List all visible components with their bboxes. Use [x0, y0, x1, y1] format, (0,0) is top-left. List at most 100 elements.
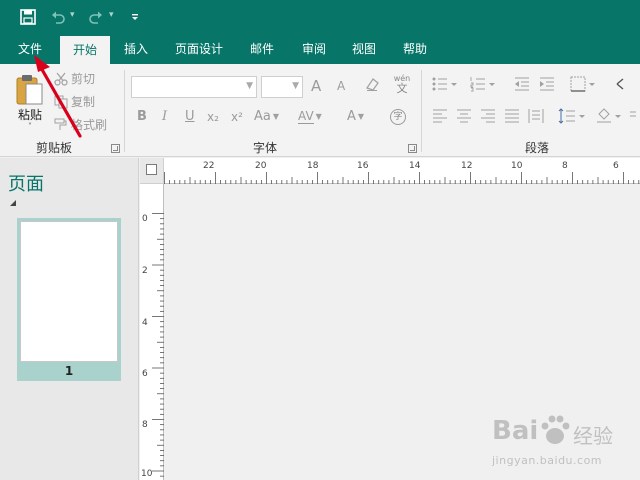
- borders-button[interactable]: [570, 76, 596, 96]
- font-launcher[interactable]: [408, 144, 417, 153]
- watermark-brand-cn: 经验: [573, 424, 613, 448]
- bold-button[interactable]: B: [137, 109, 147, 124]
- vertical-ruler[interactable]: 0 2 4 6 8 10: [140, 184, 164, 480]
- tab-file[interactable]: 文件: [8, 34, 52, 64]
- ribbon: 粘贴 ˅ 剪切 复制 格式刷 剪贴板 ▼ ▼ A A wén 文 B I U x…: [0, 64, 640, 157]
- ribbon-tabs: 文件 开始 插入 页面设计 邮件 审阅 视图 帮助: [0, 34, 640, 64]
- shading-button[interactable]: [596, 108, 622, 128]
- ruler-label: 8: [562, 161, 568, 171]
- more-paragraph-icon[interactable]: [628, 108, 638, 128]
- tab-page-design[interactable]: 页面设计: [166, 34, 232, 64]
- ltr-text-button[interactable]: [615, 76, 635, 96]
- ruler-label: 6: [142, 369, 148, 379]
- ruler-label: 14: [409, 161, 421, 171]
- font-group-label: 字体: [253, 141, 278, 155]
- align-center-button[interactable]: [456, 109, 472, 127]
- clear-format-icon[interactable]: [364, 76, 380, 96]
- shrink-font-icon[interactable]: A: [337, 79, 345, 93]
- superscript-button[interactable]: x²: [231, 110, 243, 124]
- increase-indent-button[interactable]: [539, 76, 555, 96]
- change-case-button[interactable]: Aa ▼: [254, 109, 279, 124]
- font-name-combo[interactable]: ▼: [131, 76, 257, 98]
- save-button[interactable]: [20, 7, 36, 27]
- enclose-character-button[interactable]: 字: [390, 109, 406, 125]
- ruler-label: 6: [613, 161, 619, 171]
- tab-review[interactable]: 审阅: [292, 34, 336, 64]
- undo-button[interactable]: [50, 7, 66, 27]
- customize-qat-button[interactable]: [130, 7, 140, 27]
- subscript-button[interactable]: x₂: [207, 110, 219, 124]
- undo-icon: [52, 11, 65, 24]
- font-size-combo[interactable]: ▼: [261, 76, 303, 98]
- text-direction-icon: [616, 78, 624, 90]
- horizontal-ruler[interactable]: 22 20 18 16 14 12 10 8 6: [164, 158, 640, 184]
- paste-dropdown-caret[interactable]: ˅: [28, 122, 32, 131]
- justify-icon: [505, 109, 519, 123]
- redo-icon: [89, 11, 102, 24]
- paragraph-group-label: 段落: [525, 141, 550, 155]
- format-painter-label: 格式刷: [71, 118, 108, 132]
- line-spacing-icon: [558, 108, 585, 124]
- tab-view[interactable]: 视图: [342, 34, 386, 64]
- group-divider: [421, 70, 422, 152]
- redo-dropdown-caret[interactable]: ▾: [109, 10, 114, 20]
- copy-label: 复制: [71, 95, 96, 109]
- page-number-label: 1: [64, 364, 74, 378]
- ruler-label: 2: [142, 266, 148, 276]
- align-left-icon: [433, 109, 447, 123]
- tab-home[interactable]: 开始: [60, 36, 110, 64]
- collapse-triangle-icon[interactable]: [10, 200, 16, 206]
- chevron-down-icon: ▼: [246, 81, 253, 91]
- paste-button[interactable]: [14, 72, 44, 106]
- format-painter-button[interactable]: 格式刷: [54, 116, 107, 133]
- ruler-label: 8: [142, 420, 148, 430]
- tab-mailings[interactable]: 邮件: [240, 34, 284, 64]
- phonetic-guide-button[interactable]: wén 文: [393, 74, 411, 95]
- ruler-label: 10: [511, 161, 523, 171]
- pages-pane-title: 页面: [8, 174, 44, 195]
- ruler-label: 12: [461, 161, 473, 171]
- borders-icon: [570, 76, 595, 92]
- distributed-button[interactable]: [528, 108, 544, 128]
- baidu-jingyan-watermark: Bai 经验 jingyan.baidu.com: [478, 408, 638, 474]
- font-color-icon: A: [347, 109, 356, 124]
- numbering-button[interactable]: [470, 76, 496, 96]
- chevron-down-icon: ▼: [315, 112, 322, 121]
- distributed-icon: [528, 109, 544, 123]
- bullets-button[interactable]: [432, 76, 458, 96]
- vertical-ruler-ticks: [152, 213, 164, 477]
- cut-button[interactable]: 剪切: [54, 70, 95, 87]
- format-painter-icon: [54, 118, 67, 130]
- italic-button[interactable]: I: [162, 109, 167, 124]
- decrease-indent-icon: [515, 77, 529, 91]
- tab-help[interactable]: 帮助: [393, 34, 437, 64]
- justify-button[interactable]: [504, 109, 520, 127]
- customize-qat-icon: [132, 14, 138, 20]
- scissors-icon: [54, 72, 68, 86]
- character-spacing-button[interactable]: AV ▼: [298, 109, 322, 124]
- page-thumbnail[interactable]: 1: [17, 218, 121, 381]
- decrease-indent-button[interactable]: [514, 76, 530, 96]
- align-right-button[interactable]: [480, 109, 496, 127]
- redo-button[interactable]: [88, 7, 104, 27]
- underline-button[interactable]: U: [185, 109, 195, 124]
- ruler-label: 10: [141, 469, 153, 479]
- undo-dropdown-caret[interactable]: ▾: [70, 10, 75, 20]
- horizontal-ruler-ticks: [164, 172, 640, 184]
- bullets-icon: [432, 77, 457, 91]
- copy-button[interactable]: 复制: [54, 93, 95, 110]
- align-right-icon: [481, 109, 495, 123]
- clipboard-launcher[interactable]: [111, 144, 120, 153]
- align-center-icon: [457, 109, 471, 123]
- align-left-button[interactable]: [432, 109, 448, 127]
- tab-insert[interactable]: 插入: [114, 34, 158, 64]
- grow-font-icon[interactable]: A: [311, 77, 321, 95]
- line-spacing-button[interactable]: [558, 108, 586, 128]
- numbering-icon: [470, 77, 495, 92]
- copy-icon: [54, 95, 68, 108]
- watermark-brand: Bai: [492, 416, 539, 446]
- font-color-button[interactable]: A ▼: [347, 109, 364, 124]
- phonetic-bottom-text: 文: [396, 82, 408, 95]
- ruler-label: 22: [203, 161, 215, 171]
- ruler-label: 4: [142, 318, 148, 328]
